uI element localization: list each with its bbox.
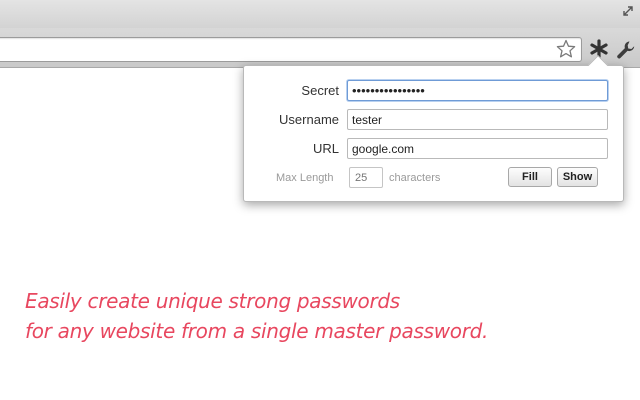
secret-field[interactable]	[347, 80, 608, 101]
tagline-line-2: for any website from a single master pas…	[25, 319, 489, 343]
username-row: Username	[244, 109, 623, 131]
password-generator-popup: Secret Username URL Max Length character…	[243, 65, 624, 202]
bookmark-star-icon[interactable]	[556, 39, 576, 59]
show-button[interactable]: Show	[557, 167, 598, 187]
characters-label: characters	[389, 172, 441, 184]
username-field[interactable]	[347, 109, 608, 130]
url-label: URL	[312, 141, 339, 156]
browser-toolbar	[0, 28, 640, 68]
secret-label: Secret	[301, 83, 339, 98]
max-length-label: Max Length	[276, 172, 334, 184]
max-length-input[interactable]	[349, 167, 383, 188]
window-titlebar	[0, 0, 640, 28]
resize-diagonal-icon[interactable]	[622, 5, 634, 17]
fill-button[interactable]: Fill	[508, 167, 552, 187]
promo-tagline: Easily create unique strong passwords fo…	[25, 286, 615, 346]
url-row: URL	[244, 138, 623, 160]
address-bar[interactable]	[0, 37, 582, 62]
username-label: Username	[279, 112, 339, 127]
url-field[interactable]	[347, 138, 608, 159]
wrench-settings-icon[interactable]	[615, 39, 637, 61]
secret-row: Secret	[244, 80, 623, 102]
tagline-line-1: Easily create unique strong passwords	[25, 289, 400, 313]
